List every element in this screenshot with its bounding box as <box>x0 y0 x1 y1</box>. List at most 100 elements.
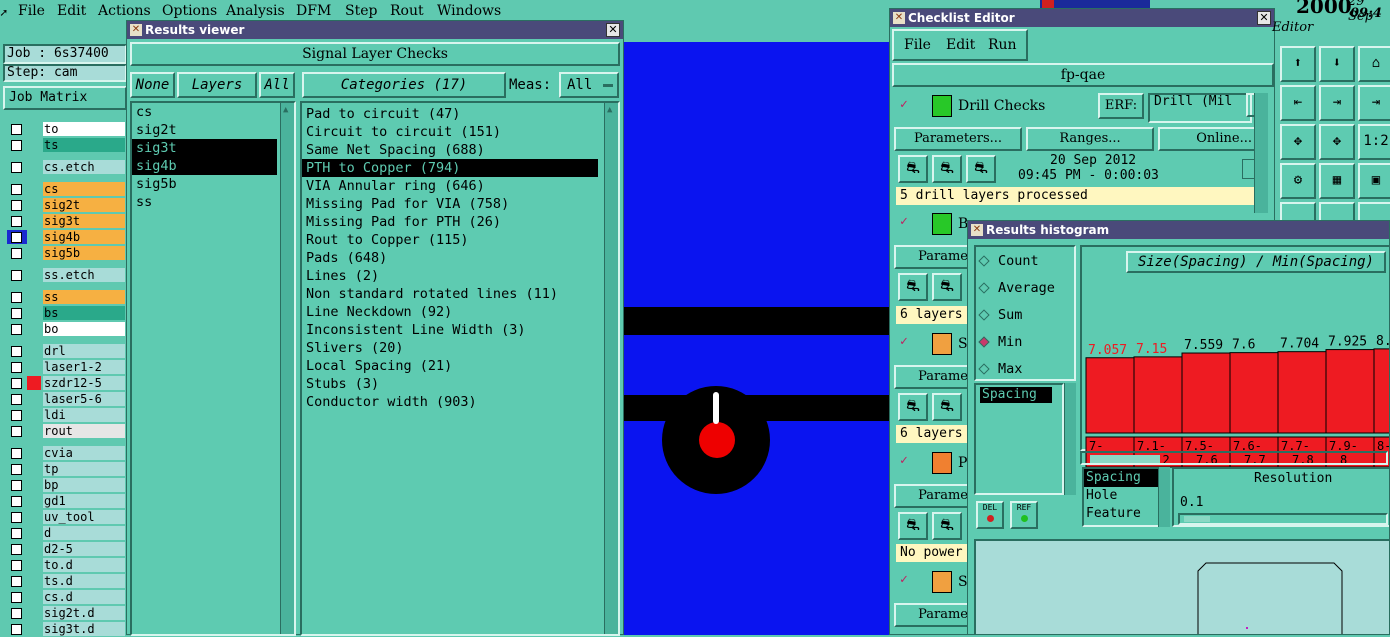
category-item[interactable]: Non standard rotated lines (11) <box>302 285 598 303</box>
category-item[interactable]: Conductor width (903) <box>302 393 598 411</box>
layer-row-cs.etch[interactable]: cs.etch <box>3 160 127 175</box>
layer-checkbox[interactable] <box>11 378 22 389</box>
category-item[interactable]: Local Spacing (21) <box>302 357 598 375</box>
menu-analysis[interactable]: Analysis <box>226 3 285 19</box>
layer-row-bs[interactable]: bs <box>3 306 127 321</box>
layer-row-to[interactable]: to <box>3 122 127 137</box>
layer-checkbox[interactable] <box>11 528 22 539</box>
field-list-item[interactable]: Feature <box>1084 505 1160 523</box>
all-layers-button[interactable]: All <box>259 72 295 98</box>
online-button[interactable]: Online... <box>1158 127 1258 151</box>
category-item[interactable]: Line Neckdown (92) <box>302 303 598 321</box>
category-item[interactable]: VIA Annular ring (646) <box>302 177 598 195</box>
histogram-bar[interactable] <box>1373 348 1390 434</box>
scroll-up-icon[interactable]: ▲ <box>607 105 612 115</box>
layer-checkbox[interactable] <box>11 140 22 151</box>
pan-end-icon[interactable]: ⇥ <box>1358 85 1390 121</box>
checklist-menu-edit[interactable]: Edit <box>946 37 975 53</box>
category-item[interactable]: Rout to Copper (115) <box>302 231 598 249</box>
parameters-button-3[interactable]: Parame <box>894 365 974 389</box>
zoom-down-icon[interactable]: ⬇ <box>1319 46 1355 82</box>
layer-checkbox[interactable] <box>11 448 22 459</box>
layer-row-laser5-6[interactable]: laser5-6 <box>3 392 127 407</box>
check-row-4-checkbox[interactable]: ✓ <box>900 453 908 468</box>
meas-select[interactable]: All <box>559 72 619 98</box>
rv-layer-item[interactable]: sig2t <box>132 121 277 139</box>
layer-row-cvia[interactable]: cvia <box>3 446 127 461</box>
hscroll-thumb[interactable] <box>1090 455 1160 463</box>
layer-row-d2-5[interactable]: d2-5 <box>3 542 127 557</box>
category-item[interactable]: Inconsistent Line Width (3) <box>302 321 598 339</box>
histogram-option-min[interactable]: Min <box>978 332 1022 352</box>
histogram-option-average[interactable]: Average <box>978 278 1055 298</box>
rv-layer-item[interactable]: sig3t <box>132 139 277 157</box>
layer-row-laser1-2[interactable]: laser1-2 <box>3 360 127 375</box>
layer-checkbox[interactable] <box>11 592 22 603</box>
check-row-3-checkbox[interactable]: ✓ <box>900 334 908 349</box>
parameters-button-4[interactable]: Parame <box>894 484 974 508</box>
layer-checkbox[interactable] <box>11 162 22 173</box>
histogram-option-sum[interactable]: Sum <box>978 305 1022 325</box>
none-button[interactable]: None <box>130 72 175 98</box>
layer-row-cs[interactable]: cs <box>3 182 127 197</box>
rv-layer-item[interactable]: cs <box>132 103 277 121</box>
histogram-bar[interactable] <box>1229 352 1279 434</box>
zoom-up-icon[interactable]: ⬆ <box>1280 46 1316 82</box>
scale-icon[interactable]: 1:2 <box>1358 124 1390 160</box>
settings-icon[interactable]: ⚙ <box>1280 163 1316 199</box>
layer-row-ldi[interactable]: ldi <box>3 408 127 423</box>
field-select-scrollbar[interactable] <box>1158 467 1170 527</box>
home-icon[interactable]: ⌂ <box>1358 46 1390 82</box>
layer-row-ss[interactable]: ss <box>3 290 127 305</box>
checklist-menu-file[interactable]: File <box>904 37 931 53</box>
layer-checkbox[interactable] <box>11 480 22 491</box>
run-action-icon[interactable]: ⛐ <box>932 393 962 421</box>
layer-row-uv_tool[interactable]: uv_tool <box>3 510 127 525</box>
menu-actions[interactable]: Actions <box>98 3 151 19</box>
layer-checkbox[interactable] <box>11 124 22 135</box>
layer-row-drl[interactable]: drl <box>3 344 127 359</box>
layer-row-ts.d[interactable]: ts.d <box>3 574 127 589</box>
menu-windows[interactable]: Windows <box>437 3 501 19</box>
category-item[interactable]: Pads (648) <box>302 249 598 267</box>
category-item[interactable]: Slivers (20) <box>302 339 598 357</box>
parameters-button-2[interactable]: Parame <box>894 245 974 269</box>
category-item[interactable]: Stubs (3) <box>302 375 598 393</box>
layer-checkbox[interactable] <box>11 464 22 475</box>
layer-checkbox[interactable] <box>11 426 22 437</box>
run-action-icon[interactable]: ⛐ <box>898 155 928 183</box>
menu-edit[interactable]: Edit <box>57 3 86 19</box>
rv-layer-item[interactable]: sig4b <box>132 157 277 175</box>
category-item[interactable]: PTH to Copper (794) <box>302 159 598 177</box>
category-item[interactable]: Missing Pad for PTH (26) <box>302 213 598 231</box>
layer-checkbox[interactable] <box>11 624 22 635</box>
menu-rout[interactable]: Rout <box>390 3 424 19</box>
category-item[interactable]: Circuit to circuit (151) <box>302 123 598 141</box>
layer-checkbox[interactable] <box>11 232 22 243</box>
field-list-item[interactable]: Spacing <box>1084 469 1160 487</box>
layer-row-tp[interactable]: tp <box>3 462 127 477</box>
results-viewer-titlebar[interactable]: ✕ Results viewer ✕ <box>127 21 623 39</box>
grid-icon[interactable]: ▦ <box>1319 163 1355 199</box>
rv-layer-item[interactable]: ss <box>132 193 277 211</box>
run-action-icon[interactable]: ⛐ <box>898 273 928 301</box>
layer-checkbox[interactable] <box>11 324 22 335</box>
histogram-option-count[interactable]: Count <box>978 251 1039 271</box>
layer-checkbox[interactable] <box>11 308 22 319</box>
histogram-titlebar[interactable]: ✕ Results histogram <box>968 221 1389 239</box>
close-icon[interactable]: ✕ <box>606 23 620 37</box>
categories-scrollbar[interactable]: ▲ <box>604 103 618 634</box>
run-action-icon[interactable]: ⛐ <box>966 155 996 183</box>
pan-left-icon[interactable]: ⇤ <box>1280 85 1316 121</box>
fit-icon[interactable]: ✥ <box>1280 124 1316 160</box>
layer-checkbox[interactable] <box>11 346 22 357</box>
layer-checkbox[interactable] <box>11 394 22 405</box>
layer-checkbox[interactable] <box>11 576 22 587</box>
layer-checkbox[interactable] <box>11 248 22 259</box>
layer-row-sig2t.d[interactable]: sig2t.d <box>3 606 127 621</box>
layer-row-bp[interactable]: bp <box>3 478 127 493</box>
checklist-menu-run[interactable]: Run <box>988 37 1017 53</box>
parameters-button-5[interactable]: Parame <box>894 603 974 627</box>
layer-checkbox[interactable] <box>11 512 22 523</box>
layer-checkbox[interactable] <box>11 362 22 373</box>
